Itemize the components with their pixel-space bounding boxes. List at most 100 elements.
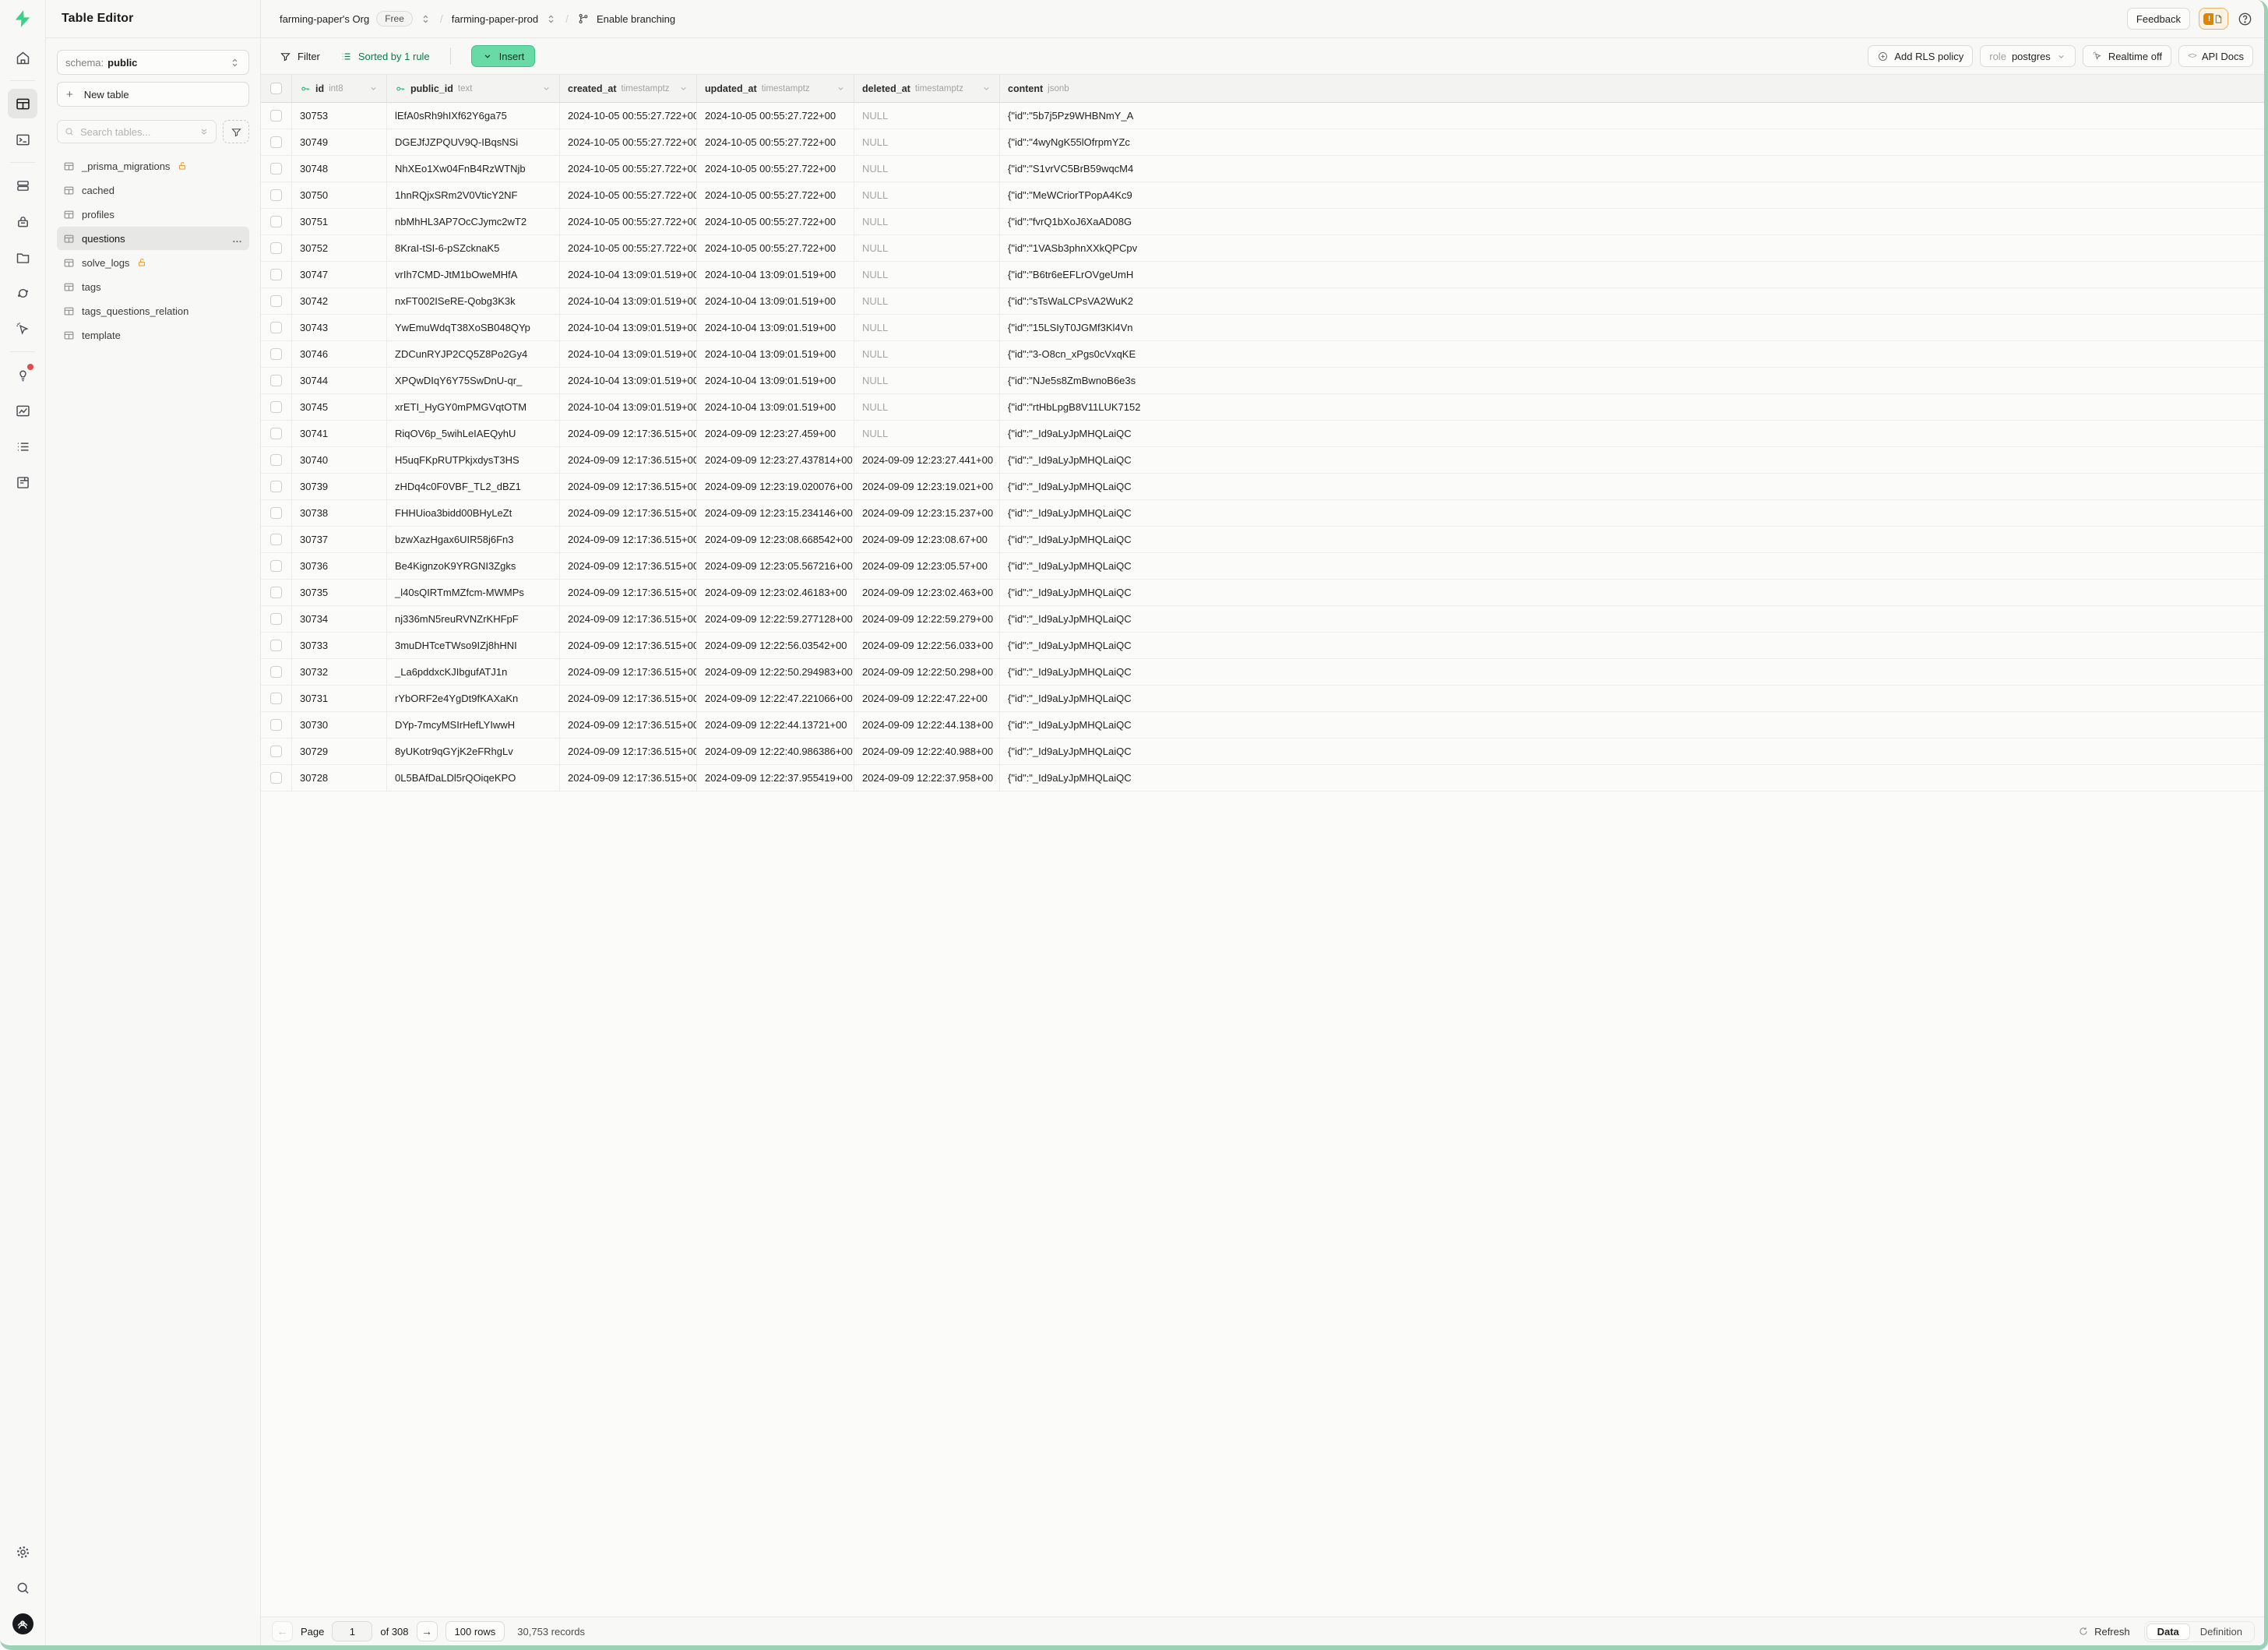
cell-id[interactable]: 30732 [292,659,387,685]
cell-deleted-at[interactable]: 2024-09-09 12:23:19.021+00 [854,474,1000,499]
cell-updated-at[interactable]: 2024-09-09 12:22:40.986386+00 [697,739,854,764]
cell-deleted-at[interactable]: 2024-09-09 12:22:37.958+00 [854,765,1000,791]
cell-deleted-at[interactable]: NULL [854,156,1000,182]
cell-created-at[interactable]: 2024-09-09 12:17:36.515+00 [560,447,697,473]
cell-public-id[interactable]: YwEmuWdqT38XoSB048QYp [387,315,560,340]
cell-deleted-at[interactable]: NULL [854,315,1000,340]
cell-content[interactable]: {"id":"15LSIyT0JGMf3Kl4Vn [1000,315,2264,340]
tab-data[interactable]: Data [2146,1624,2190,1640]
cell-updated-at[interactable]: 2024-09-09 12:23:15.234146+00 [697,500,854,526]
column-header-updated-at[interactable]: updated_at timestamptz [697,75,854,102]
cell-content[interactable]: {"id":"_Id9aLyJpMHQLaiQC [1000,500,2264,526]
settings-button[interactable] [8,1537,37,1567]
cell-content[interactable]: {"id":"3-O8cn_xPgs0cVxqKE [1000,341,2264,367]
chevron-down-icon[interactable] [981,83,991,93]
chevron-down-icon[interactable] [678,83,688,93]
cell-id[interactable]: 30744 [292,368,387,393]
cell-created-at[interactable]: 2024-09-09 12:17:36.515+00 [560,606,697,632]
enable-branching-button[interactable]: Enable branching [597,13,675,25]
cell-deleted-at[interactable]: 2024-09-09 12:22:56.033+00 [854,633,1000,658]
cell-id[interactable]: 30746 [292,341,387,367]
cell-updated-at[interactable]: 2024-10-04 13:09:01.519+00 [697,315,854,340]
next-page-button[interactable]: → [417,1621,438,1641]
cell-public-id[interactable]: DYp-7mcyMSIrHefLYIwwH [387,712,560,738]
row-checkbox[interactable] [270,401,282,413]
sidebar-item-api-docs[interactable] [8,467,37,497]
row-checkbox[interactable] [270,322,282,333]
cell-content[interactable]: {"id":"sTsWaLCPsVA2WuK2 [1000,288,2264,314]
sidebar-table-item[interactable]: template [57,323,249,347]
cell-deleted-at[interactable]: NULL [854,288,1000,314]
cell-public-id[interactable]: nbMhHL3AP7OcCJymc2wT2 [387,209,560,234]
row-checkbox[interactable] [270,348,282,360]
cell-deleted-at[interactable]: NULL [854,209,1000,234]
cell-id[interactable]: 30751 [292,209,387,234]
row-checkbox[interactable] [270,242,282,254]
cell-deleted-at[interactable]: NULL [854,394,1000,420]
cell-public-id[interactable]: Be4KignzoK9YRGNI3Zgks [387,553,560,579]
row-checkbox[interactable] [270,693,282,704]
cell-public-id[interactable]: bzwXazHgax6UIR58j6Fn3 [387,527,560,552]
cell-deleted-at[interactable]: 2024-09-09 12:22:47.22+00 [854,686,1000,711]
cell-public-id[interactable]: RiqOV6p_5wihLeIAEQyhU [387,421,560,446]
refresh-button[interactable]: Refresh [2078,1626,2130,1638]
row-checkbox[interactable] [270,428,282,439]
cell-id[interactable]: 30749 [292,129,387,155]
cell-created-at[interactable]: 2024-09-09 12:17:36.515+00 [560,553,697,579]
feedback-button[interactable]: Feedback [2127,8,2190,30]
sidebar-item-edge-functions[interactable] [8,278,37,308]
cell-id[interactable]: 30736 [292,553,387,579]
cell-content[interactable]: {"id":"_Id9aLyJpMHQLaiQC [1000,739,2264,764]
cell-public-id[interactable]: NhXEo1Xw04FnB4RzWTNjb [387,156,560,182]
user-avatar[interactable] [12,1613,33,1634]
cell-deleted-at[interactable]: NULL [854,235,1000,261]
cell-content[interactable]: {"id":"_Id9aLyJpMHQLaiQC [1000,686,2264,711]
cell-deleted-at[interactable]: 2024-09-09 12:22:44.138+00 [854,712,1000,738]
cell-created-at[interactable]: 2024-10-04 13:09:01.519+00 [560,288,697,314]
cell-public-id[interactable]: _La6pddxcKJIbgufATJ1n [387,659,560,685]
sidebar-item-database[interactable] [8,171,37,200]
realtime-toggle-button[interactable]: Realtime off [2083,45,2171,67]
cell-public-id[interactable]: 1hnRQjxSRm2V0VticY2NF [387,182,560,208]
cell-updated-at[interactable]: 2024-10-04 13:09:01.519+00 [697,368,854,393]
row-checkbox[interactable] [270,375,282,386]
cell-public-id[interactable]: XPQwDIqY6Y75SwDnU-qr_ [387,368,560,393]
rows-per-page-button[interactable]: 100 rows [446,1621,505,1641]
cell-created-at[interactable]: 2024-10-05 00:55:27.722+00 [560,156,697,182]
cell-created-at[interactable]: 2024-09-09 12:17:36.515+00 [560,739,697,764]
cell-created-at[interactable]: 2024-10-05 00:55:27.722+00 [560,209,697,234]
new-table-button[interactable]: + New table [57,82,249,107]
cell-id[interactable]: 30737 [292,527,387,552]
cell-updated-at[interactable]: 2024-09-09 12:23:27.459+00 [697,421,854,446]
help-button[interactable] [2237,11,2253,27]
sidebar-table-item[interactable]: profiles [57,203,249,226]
sidebar-item-reports[interactable] [8,396,37,425]
cell-created-at[interactable]: 2024-10-04 13:09:01.519+00 [560,368,697,393]
cell-content[interactable]: {"id":"_Id9aLyJpMHQLaiQC [1000,447,2264,473]
cell-content[interactable]: {"id":"B6tr6eEFLrOVgeUmH [1000,262,2264,287]
cell-deleted-at[interactable]: 2024-09-09 12:23:02.463+00 [854,580,1000,605]
cell-id[interactable]: 30742 [292,288,387,314]
org-breadcrumb[interactable]: farming-paper's Org [280,13,369,25]
row-checkbox[interactable] [270,163,282,175]
sidebar-table-item[interactable]: _prisma_migrations [57,154,249,178]
cell-public-id[interactable]: ZDCunRYJP2CQ5Z8Po2Gy4 [387,341,560,367]
insert-button[interactable]: Insert [471,45,536,67]
cell-public-id[interactable]: FHHUioa3bidd00BHyLeZt [387,500,560,526]
cell-public-id[interactable]: xrETI_HyGY0mPMGVqtOTM [387,394,560,420]
cell-deleted-at[interactable]: 2024-09-09 12:23:27.441+00 [854,447,1000,473]
cell-public-id[interactable]: 8KraI-tSI-6-pSZcknaK5 [387,235,560,261]
cell-created-at[interactable]: 2024-10-04 13:09:01.519+00 [560,394,697,420]
chevron-down-icon[interactable] [368,83,379,93]
cell-content[interactable]: {"id":"_Id9aLyJpMHQLaiQC [1000,606,2264,632]
cell-id[interactable]: 30733 [292,633,387,658]
api-docs-button[interactable]: <> API Docs [2178,45,2253,67]
cell-id[interactable]: 30745 [292,394,387,420]
cell-updated-at[interactable]: 2024-10-04 13:09:01.519+00 [697,262,854,287]
sidebar-table-item[interactable]: solve_logs [57,251,249,274]
row-checkbox[interactable] [270,216,282,227]
column-header-public-id[interactable]: public_id text [387,75,560,102]
cell-id[interactable]: 30743 [292,315,387,340]
row-checkbox[interactable] [270,454,282,466]
sidebar-table-item[interactable]: tags [57,275,249,298]
